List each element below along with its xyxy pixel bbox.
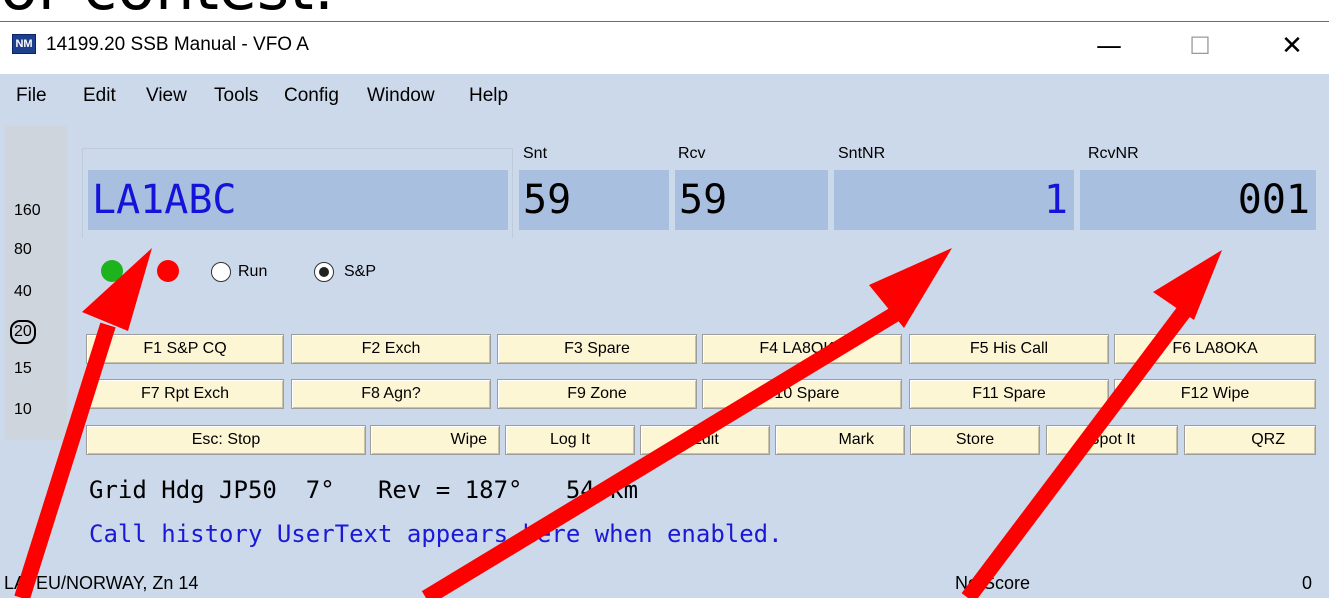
user-text-line: Call history UserText appears here when … — [89, 520, 783, 548]
run-label: Run — [238, 263, 268, 280]
qrz-button[interactable]: QRZ — [1184, 425, 1316, 455]
sntnr-input[interactable]: 1 — [834, 170, 1074, 230]
sp-radio[interactable] — [314, 262, 334, 282]
callsign-input[interactable]: LA1ABC — [88, 170, 508, 230]
f11-button[interactable]: F11 Spare — [909, 379, 1109, 409]
store-button[interactable]: Store — [910, 425, 1040, 455]
status-count: 0 — [1302, 573, 1313, 593]
band-40[interactable]: 40 — [14, 282, 32, 302]
status-bar: LA: EU/NORWAY, Zn 14 No Score 0 — [0, 568, 1329, 598]
f4-button[interactable]: F4 LA8OKA — [702, 334, 902, 364]
band-160[interactable]: 160 — [14, 201, 41, 221]
status-country: LA: EU/NORWAY, Zn 14 — [4, 573, 199, 593]
f1-button[interactable]: F1 S&P CQ — [86, 334, 284, 364]
menu-help[interactable]: Help — [469, 84, 508, 108]
green-status-led — [101, 260, 123, 282]
band-15[interactable]: 15 — [14, 359, 32, 379]
f3-button[interactable]: F3 Spare — [497, 334, 697, 364]
f5-button[interactable]: F5 His Call — [909, 334, 1109, 364]
esc-stop-button[interactable]: Esc: Stop — [86, 425, 366, 455]
sntnr-label: SntNR — [838, 145, 886, 162]
wipe-button[interactable]: Wipe — [370, 425, 500, 455]
menu-edit[interactable]: Edit — [83, 84, 116, 108]
band-selector: 160 80 40 20 15 10 — [5, 126, 67, 440]
grid-heading-info: Grid Hdg JP50 7° Rev = 187° 54 km — [89, 476, 639, 504]
menu-config[interactable]: Config — [284, 84, 339, 108]
f12-button[interactable]: F12 Wipe — [1114, 379, 1316, 409]
close-button[interactable]: ✕ — [1262, 26, 1322, 66]
f8-button[interactable]: F8 Agn? — [291, 379, 491, 409]
spot-it-button[interactable]: Spot It — [1046, 425, 1178, 455]
snt-label: Snt — [523, 145, 548, 162]
mark-button[interactable]: Mark — [775, 425, 905, 455]
edit-button[interactable]: Edit — [640, 425, 770, 455]
red-status-led — [157, 260, 179, 282]
app-logo-icon: NM — [12, 34, 36, 54]
menu-bar: File Edit View Tools Config Window Help — [0, 74, 1329, 118]
status-score: No Score — [955, 573, 1031, 593]
menu-window[interactable]: Window — [367, 84, 435, 108]
band-20-selected[interactable]: 20 — [10, 320, 36, 344]
f2-button[interactable]: F2 Exch — [291, 334, 491, 364]
log-it-button[interactable]: Log It — [505, 425, 635, 455]
rcvnr-input[interactable]: 001 — [1080, 170, 1316, 230]
rcv-label: Rcv — [678, 145, 706, 162]
band-80[interactable]: 80 — [14, 240, 32, 260]
menu-file[interactable]: File — [16, 84, 47, 108]
f7-button[interactable]: F7 Rpt Exch — [86, 379, 284, 409]
rcv-input[interactable]: 59 — [675, 170, 828, 230]
menu-view[interactable]: View — [146, 84, 187, 108]
rcvnr-label: RcvNR — [1088, 145, 1139, 162]
window-title: 14199.20 SSB Manual - VFO A — [46, 34, 309, 55]
f6-button[interactable]: F6 LA8OKA — [1114, 334, 1316, 364]
maximize-button[interactable]: ☐ — [1170, 26, 1230, 66]
band-10[interactable]: 10 — [14, 400, 32, 420]
logger-window: NM 14199.20 SSB Manual - VFO A — ☐ ✕ Fil… — [0, 22, 1329, 598]
sp-label: S&P — [344, 263, 377, 280]
f10-button[interactable]: F10 Spare — [702, 379, 902, 409]
title-bar[interactable]: NM 14199.20 SSB Manual - VFO A — ☐ ✕ — [0, 22, 1329, 74]
minimize-button[interactable]: — — [1079, 26, 1139, 66]
menu-tools[interactable]: Tools — [214, 84, 258, 108]
f9-button[interactable]: F9 Zone — [497, 379, 697, 409]
snt-input[interactable]: 59 — [519, 170, 669, 230]
run-radio[interactable] — [211, 262, 231, 282]
